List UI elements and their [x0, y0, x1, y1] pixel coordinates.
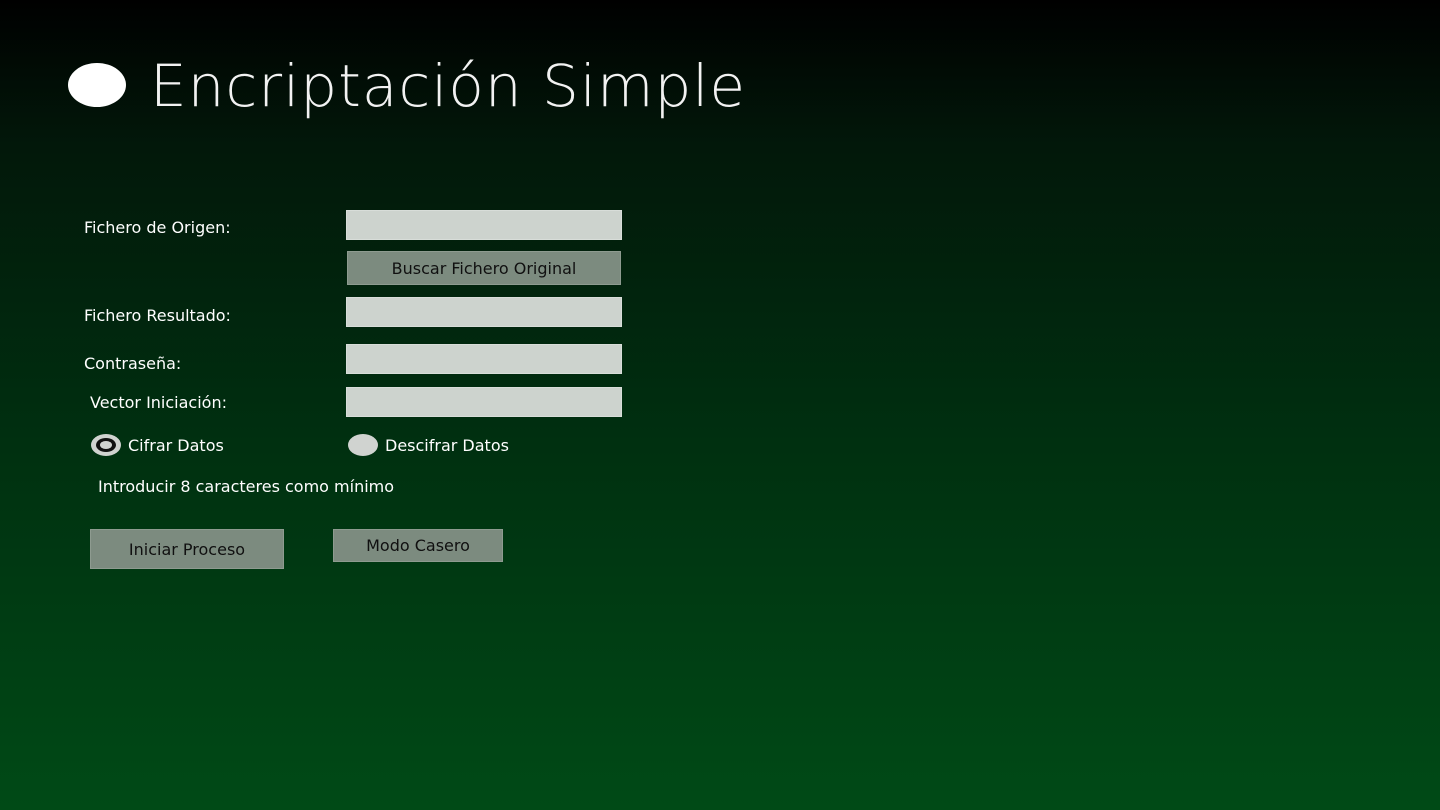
init-vector-label: Vector Iniciación:: [90, 393, 227, 412]
home-mode-button[interactable]: Modo Casero: [333, 529, 503, 562]
init-vector-input[interactable]: [346, 387, 622, 417]
origin-file-input[interactable]: [346, 210, 622, 240]
password-input[interactable]: [346, 344, 622, 374]
origin-file-label: Fichero de Origen:: [84, 218, 231, 237]
radio-unchecked-icon[interactable]: [348, 434, 378, 456]
result-file-label: Fichero Resultado:: [84, 306, 231, 325]
start-process-button[interactable]: Iniciar Proceso: [90, 529, 284, 569]
encrypt-radio[interactable]: Cifrar Datos: [91, 434, 224, 456]
password-label: Contraseña:: [84, 354, 182, 373]
app-logo-icon: [68, 63, 126, 107]
decrypt-radio[interactable]: Descifrar Datos: [348, 434, 509, 456]
radio-checked-icon[interactable]: [91, 434, 121, 456]
encrypt-radio-label: Cifrar Datos: [128, 435, 224, 455]
result-file-input[interactable]: [346, 297, 622, 327]
browse-original-file-button[interactable]: Buscar Fichero Original: [347, 251, 621, 285]
minimum-length-hint: Introducir 8 caracteres como mínimo: [98, 477, 395, 496]
page-title: Encriptación Simple: [150, 52, 747, 120]
decrypt-radio-label: Descifrar Datos: [385, 435, 509, 455]
